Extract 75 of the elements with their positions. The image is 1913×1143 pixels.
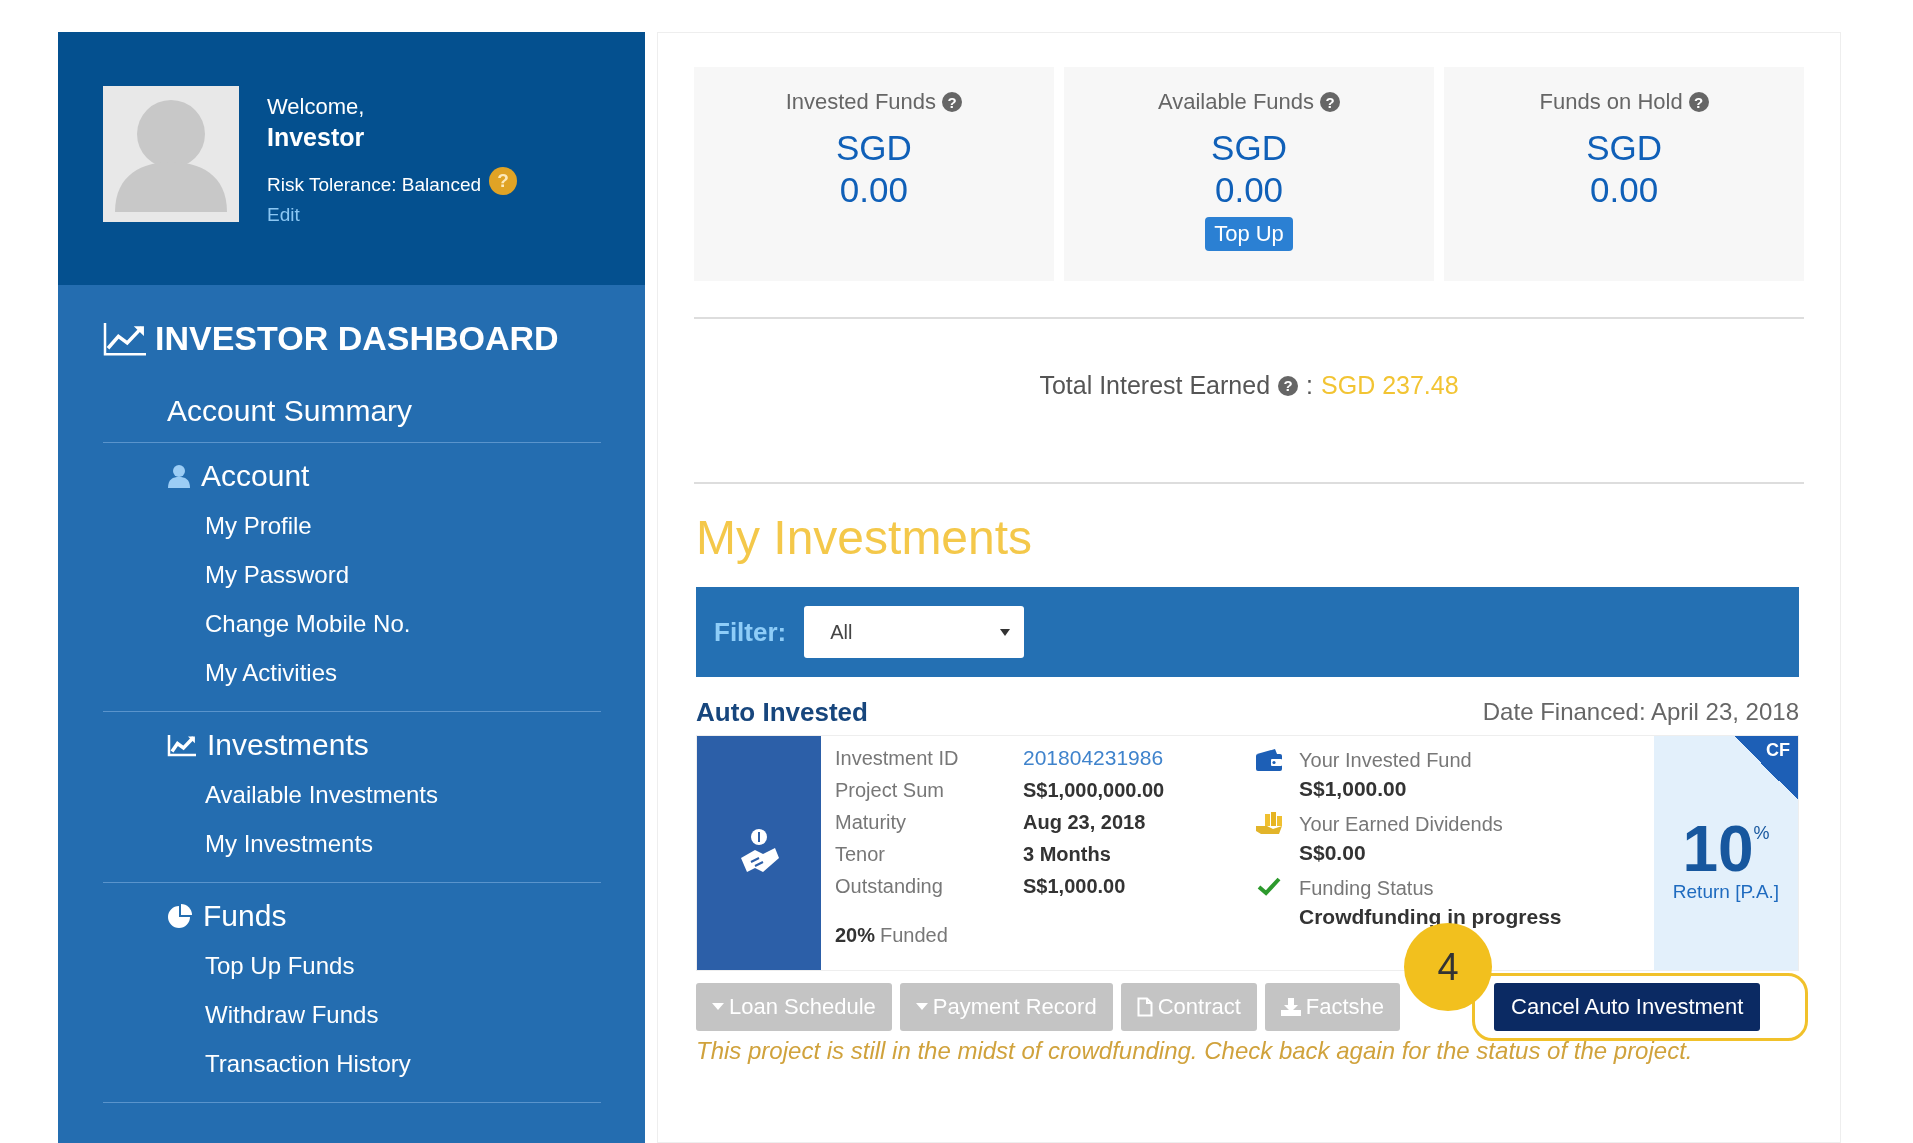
- detail-label: Tenor: [835, 842, 887, 866]
- status-note: This project is still in the midst of crowdfunding. Check back again for the status of the project.: [696, 1037, 1694, 1065]
- currency-text: SGD: [835, 127, 912, 169]
- nav-link[interactable]: Transaction History: [103, 1039, 411, 1088]
- help-badge[interactable]: ?: [1688, 92, 1709, 112]
- card-label: Available Funds: [1157, 89, 1315, 115]
- help-badge[interactable]: ?: [942, 92, 963, 112]
- nav-link[interactable]: My Activities: [103, 648, 338, 697]
- help-badge[interactable]: ?: [1320, 92, 1341, 112]
- nav-link[interactable]: Change Mobile No.: [103, 599, 411, 648]
- interest-label: Total Interest Earned: [1039, 371, 1271, 400]
- document-icon: [1136, 997, 1153, 1017]
- return-label: Return [P.A.]: [1672, 881, 1780, 903]
- wallet-icon: [1255, 748, 1283, 772]
- investment-id-link[interactable]: 201804231986: [1023, 746, 1241, 770]
- filter-dropdown[interactable]: All: [804, 606, 1025, 658]
- stat-label: Your Earned Dividends: [1299, 812, 1503, 837]
- section-heading: Account: [201, 459, 310, 493]
- nav-link[interactable]: My Password: [103, 550, 350, 599]
- nav-link[interactable]: My Investments: [103, 819, 374, 868]
- detail-value: S$1,000.00: [1023, 874, 1127, 898]
- detail-label: Outstanding: [835, 874, 944, 898]
- caret-icon: [712, 1003, 724, 1011]
- nav-link[interactable]: Available Investments: [103, 770, 438, 819]
- stat-value: S$0.00: [1299, 840, 1367, 866]
- nav-link[interactable]: Top Up Funds: [103, 941, 355, 990]
- coins-hand-icon: [1255, 812, 1283, 836]
- detail-value: S$1,000,000.00: [1023, 778, 1166, 802]
- risk-tolerance-text: Risk Tolerance: Balanced: [267, 174, 482, 196]
- section-heading: Funds: [203, 899, 287, 933]
- funded-percent: 20%: [835, 924, 876, 946]
- currency-text: SGD: [1586, 127, 1663, 169]
- stat-label: Funding Status: [1299, 876, 1435, 901]
- user-icon: [167, 464, 191, 488]
- date-financed-text: Date Financed: April 23, 2018: [1482, 698, 1799, 726]
- separator-text: :: [1306, 371, 1314, 400]
- line-chart-icon: [103, 320, 147, 357]
- nav-link[interactable]: Withdraw Funds: [103, 990, 379, 1039]
- filter-label: Filter:: [714, 616, 787, 648]
- amount-value: 0.00: [1214, 169, 1284, 211]
- detail-label: Investment ID: [835, 746, 960, 770]
- detail-value: 3 Months: [1023, 842, 1112, 866]
- nav-link[interactable]: My Profile: [103, 501, 312, 550]
- interest-value: SGD 237.48: [1321, 371, 1459, 400]
- checkmark-icon: [1257, 876, 1281, 896]
- caret-icon: [1000, 628, 1011, 636]
- download-icon: [1280, 998, 1301, 1016]
- cancel-button[interactable]: Cancel Auto Investment: [1494, 983, 1761, 1031]
- line-chart-icon: [167, 733, 197, 757]
- detail-label: Maturity: [835, 810, 908, 834]
- detail-label: Project Sum: [835, 778, 945, 802]
- stat-value: S$1,000.00: [1299, 776, 1408, 802]
- caret-icon: [915, 1003, 928, 1011]
- amount-value: 0.00: [839, 169, 908, 211]
- stat-label: Your Invested Fund: [1299, 748, 1472, 773]
- card-label: Invested Funds: [785, 89, 937, 115]
- corner-ribbon: CF: [1734, 736, 1798, 800]
- funded-label: Funded: [880, 924, 948, 946]
- nav-link[interactable]: Account Summary: [103, 394, 601, 428]
- amount-value: 0.00: [1590, 169, 1659, 211]
- percent-sign: %: [1753, 823, 1770, 843]
- user-name: Investor: [267, 123, 366, 152]
- edit-link[interactable]: Edit: [267, 204, 300, 226]
- section-heading: Investments: [207, 728, 369, 762]
- detail-value: Aug 23, 2018: [1023, 810, 1147, 834]
- investment-type: Auto Invested: [696, 696, 868, 728]
- pie-chart-icon: [167, 903, 193, 929]
- dashboard-title: INVESTOR DASHBOARD: [155, 319, 559, 358]
- top-up-button[interactable]: Top Up: [1205, 217, 1293, 251]
- help-badge[interactable]: ?: [1278, 375, 1299, 396]
- card-label: Funds on Hold: [1539, 89, 1683, 115]
- currency-text: SGD: [1211, 127, 1287, 169]
- return-rate: 10: [1682, 817, 1754, 881]
- section-title: My Investments: [696, 510, 1034, 565]
- welcome-text: Welcome,: [267, 94, 366, 120]
